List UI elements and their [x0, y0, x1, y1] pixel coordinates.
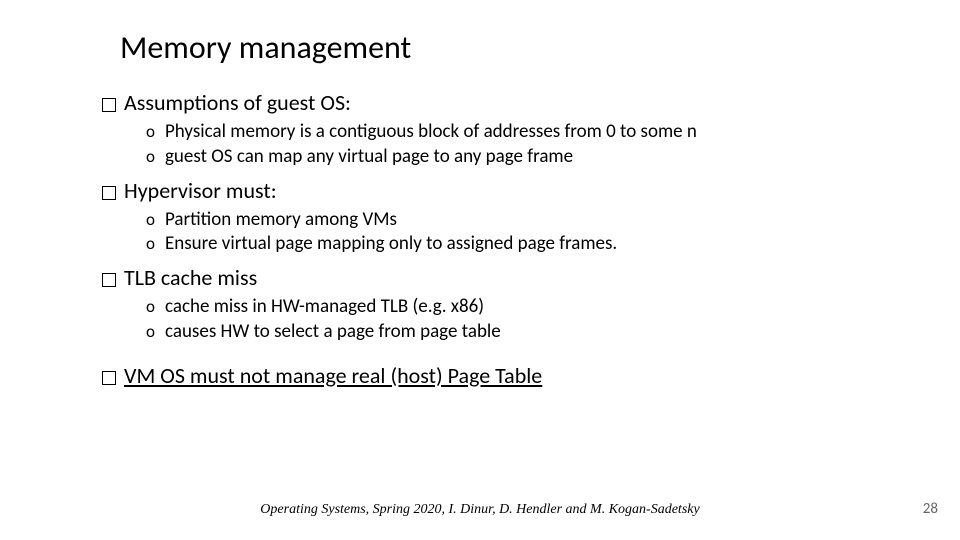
- item-text: Partition memory among VMs: [165, 208, 397, 232]
- item-text: causes HW to select a page from page tab…: [165, 320, 501, 344]
- circle-bullet-icon: o: [146, 146, 155, 167]
- slide-content: Assumptions of guest OS: o Physical memo…: [102, 89, 900, 389]
- section: Hypervisor must: o Partition memory amon…: [102, 177, 900, 257]
- slide: Memory management Assumptions of guest O…: [0, 0, 960, 540]
- section: TLB cache miss o cache miss in HW-manage…: [102, 264, 900, 344]
- bullet-level2: o cache miss in HW-managed TLB (e.g. x86…: [146, 295, 900, 319]
- footer-text: Operating Systems, Spring 2020, I. Dinur…: [0, 502, 960, 518]
- bullet-level1: VM OS must not manage real (host) Page T…: [102, 362, 900, 389]
- slide-footer: Operating Systems, Spring 2020, I. Dinur…: [0, 502, 960, 518]
- item-text: Physical memory is a contiguous block of…: [165, 120, 697, 144]
- heading-text: Assumptions of guest OS:: [124, 89, 351, 116]
- bullet-level2: o Physical memory is a contiguous block …: [146, 120, 900, 144]
- circle-bullet-icon: o: [146, 121, 155, 142]
- heading-text: TLB cache miss: [124, 264, 257, 291]
- section: VM OS must not manage real (host) Page T…: [102, 362, 900, 389]
- item-text: guest OS can map any virtual page to any…: [165, 145, 573, 169]
- bullet-level2: o Partition memory among VMs: [146, 208, 900, 232]
- bullet-level1: TLB cache miss: [102, 264, 900, 291]
- item-text: cache miss in HW-managed TLB (e.g. x86): [165, 295, 484, 319]
- heading-text: VM OS must not manage real (host) Page T…: [124, 362, 542, 389]
- circle-bullet-icon: o: [146, 233, 155, 254]
- heading-text: Hypervisor must:: [124, 177, 277, 204]
- bullet-level2: o Ensure virtual page mapping only to as…: [146, 232, 900, 256]
- square-bullet-icon: [102, 371, 116, 385]
- bullet-level1: Hypervisor must:: [102, 177, 900, 204]
- square-bullet-icon: [102, 186, 116, 200]
- square-bullet-icon: [102, 273, 116, 287]
- bullet-level2: o guest OS can map any virtual page to a…: [146, 145, 900, 169]
- circle-bullet-icon: o: [146, 209, 155, 230]
- item-text: Ensure virtual page mapping only to assi…: [165, 232, 617, 256]
- page-number: 28: [923, 500, 938, 518]
- square-bullet-icon: [102, 98, 116, 112]
- bullet-level2: o causes HW to select a page from page t…: [146, 320, 900, 344]
- circle-bullet-icon: o: [146, 296, 155, 317]
- circle-bullet-icon: o: [146, 321, 155, 342]
- section: Assumptions of guest OS: o Physical memo…: [102, 89, 900, 169]
- slide-title: Memory management: [120, 28, 960, 67]
- bullet-level1: Assumptions of guest OS:: [102, 89, 900, 116]
